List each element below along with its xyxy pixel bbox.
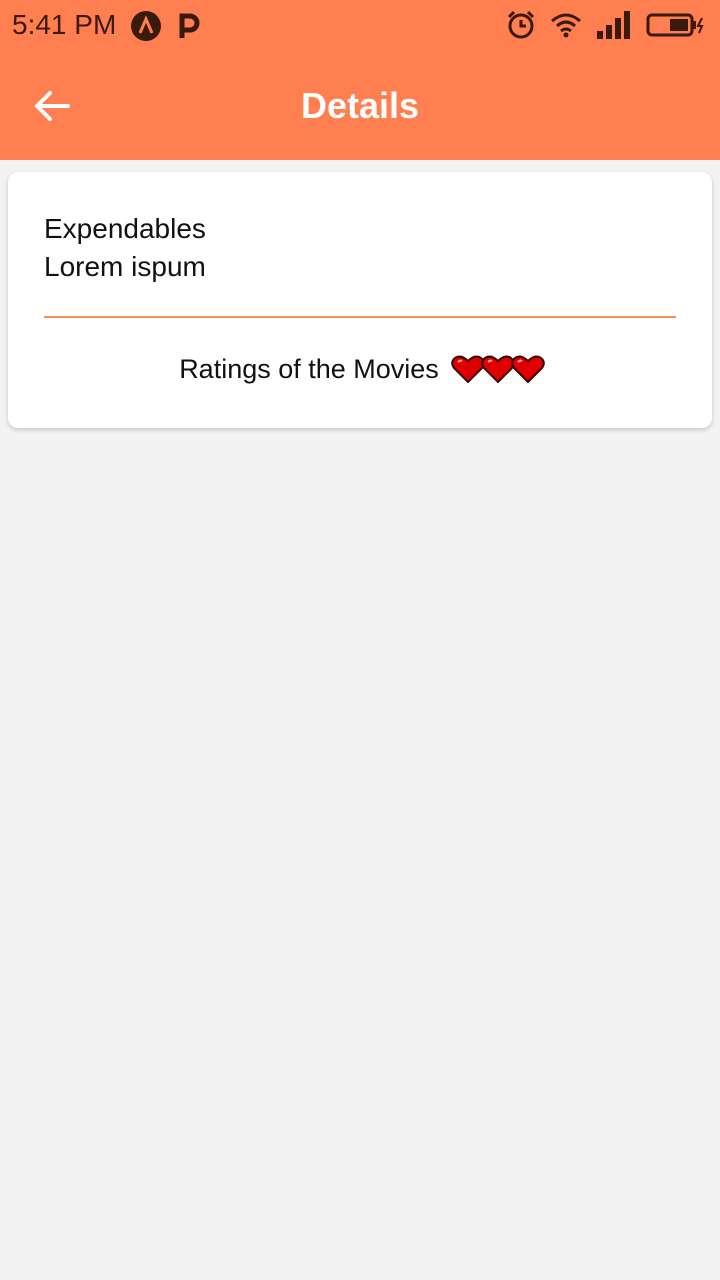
alarm-icon xyxy=(507,10,535,39)
status-right-icons xyxy=(506,10,706,40)
rating-label: Ratings of the Movies xyxy=(179,354,439,384)
movie-title: Expendables xyxy=(44,213,206,244)
signal-icon xyxy=(597,11,630,39)
status-time: 5:41 PM xyxy=(12,9,117,40)
movie-details-card: Expendables Lorem ispum Ratings of the M… xyxy=(8,172,712,428)
app-header: Details xyxy=(0,52,720,160)
movie-description: Lorem ispum xyxy=(44,251,206,282)
heart-icon xyxy=(481,355,515,384)
divider xyxy=(44,316,676,318)
app-p-icon xyxy=(179,13,200,38)
rating-row: Ratings of the Movies xyxy=(8,352,712,386)
rating-hearts xyxy=(451,354,545,384)
page-title: Details xyxy=(300,85,420,126)
status-left-icons xyxy=(130,10,202,42)
app-a-icon xyxy=(131,11,161,41)
heart-icon xyxy=(511,355,545,384)
wifi-icon xyxy=(551,13,581,38)
heart-icon xyxy=(451,355,485,384)
battery-charging-icon xyxy=(646,13,704,37)
status-bar: 5:41 PM xyxy=(0,0,720,52)
